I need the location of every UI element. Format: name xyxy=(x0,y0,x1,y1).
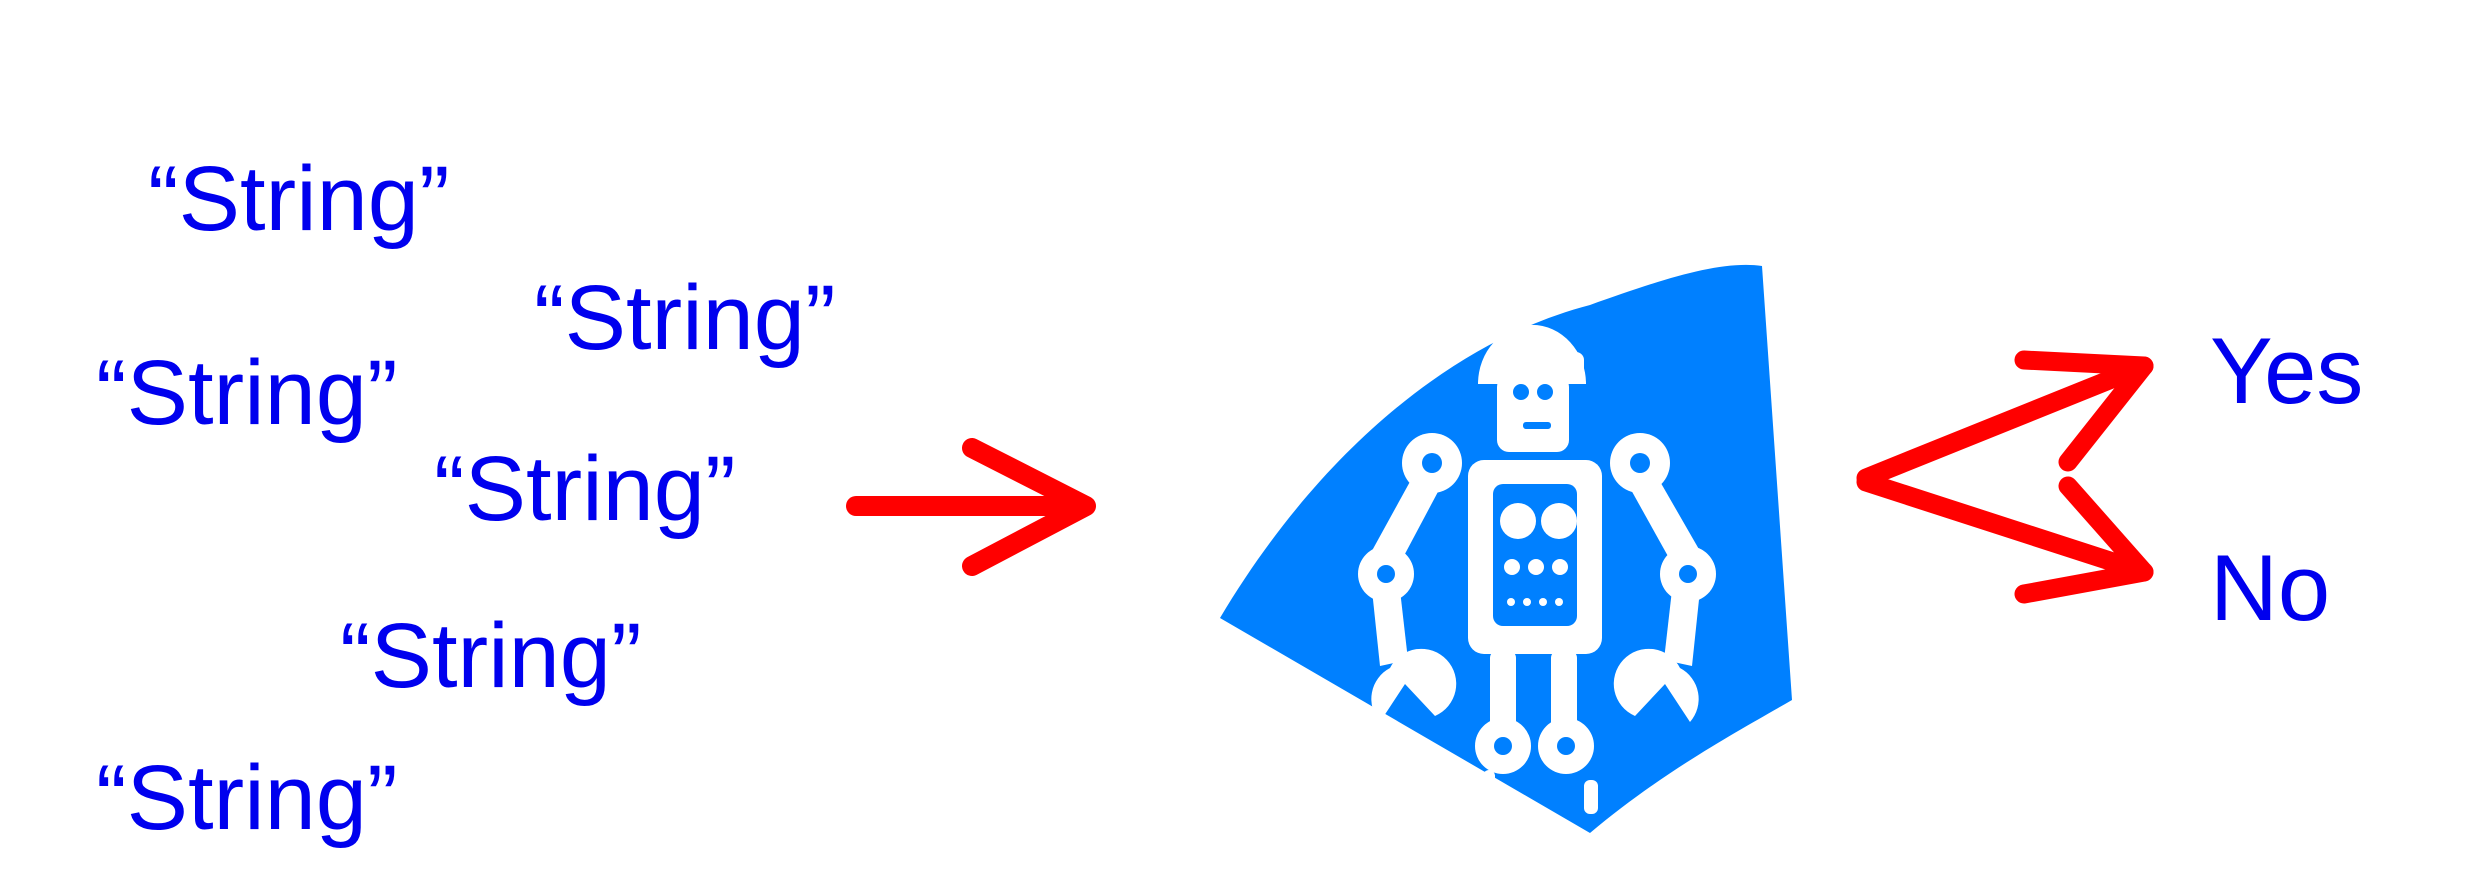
input-string-4: “String” xyxy=(434,438,736,540)
no-label: No xyxy=(2210,535,2330,640)
input-string-3: “String” xyxy=(96,342,398,444)
yes-label: Yes xyxy=(2210,318,2363,423)
input-string-6: “String” xyxy=(96,747,398,849)
input-string-5: “String” xyxy=(340,605,642,707)
input-arrow xyxy=(846,438,1096,576)
input-string-1: “String” xyxy=(148,148,450,250)
input-string-2: “String” xyxy=(534,267,836,369)
robot-icon xyxy=(1220,264,1792,834)
output-arrows xyxy=(1856,350,2154,604)
string-classification-diagram: “String” “String” “String” “String” “Str… xyxy=(96,148,2363,849)
